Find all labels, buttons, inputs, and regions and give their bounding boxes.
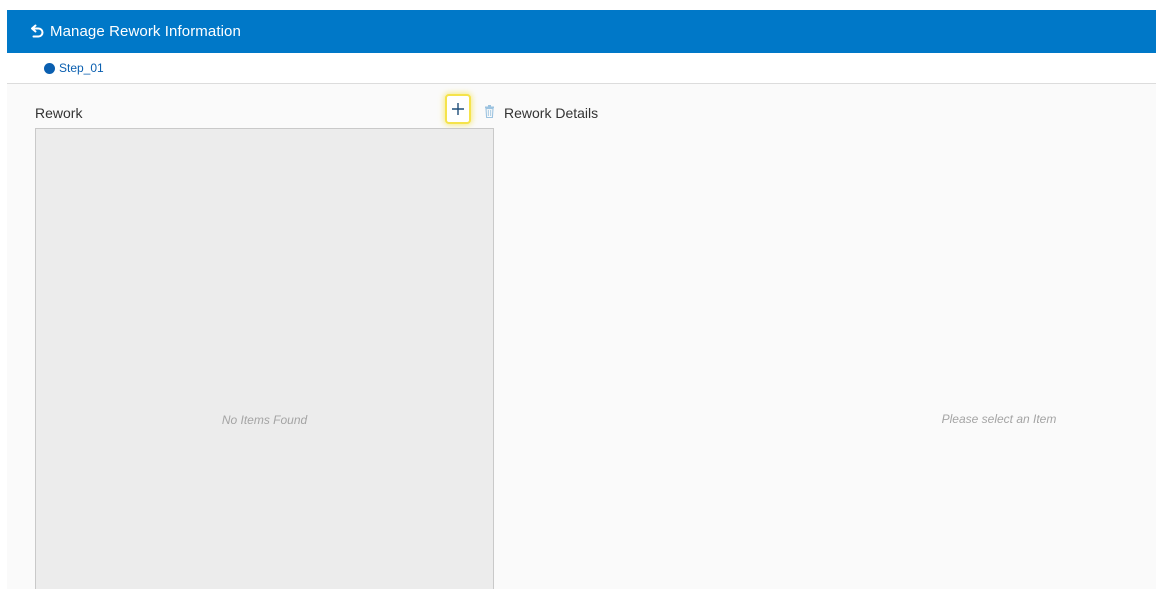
header-bar: Manage Rework Information (7, 10, 1156, 53)
undo-arrow-icon[interactable] (29, 24, 45, 40)
delete-rework-button[interactable] (482, 103, 496, 119)
step-bar: Step_01 (7, 53, 1156, 84)
details-panel-title: Rework Details (504, 105, 599, 121)
step-indicator-dot[interactable] (44, 62, 55, 74)
empty-details-message: Please select an Item (941, 412, 1057, 426)
add-rework-button[interactable] (445, 94, 471, 124)
rework-panel-title: Rework (35, 105, 83, 121)
app-frame: Manage Rework Information Step_01 Rework… (0, 0, 1156, 589)
rework-list[interactable]: No Items Found (35, 128, 494, 589)
page-title: Manage Rework Information (50, 23, 241, 40)
plus-icon (452, 103, 464, 115)
trash-icon (484, 104, 494, 118)
empty-list-message: No Items Found (221, 413, 308, 427)
main-content: Rework Rework Details No Items Found Ple… (7, 84, 1156, 589)
step-label[interactable]: Step_01 (59, 61, 104, 75)
